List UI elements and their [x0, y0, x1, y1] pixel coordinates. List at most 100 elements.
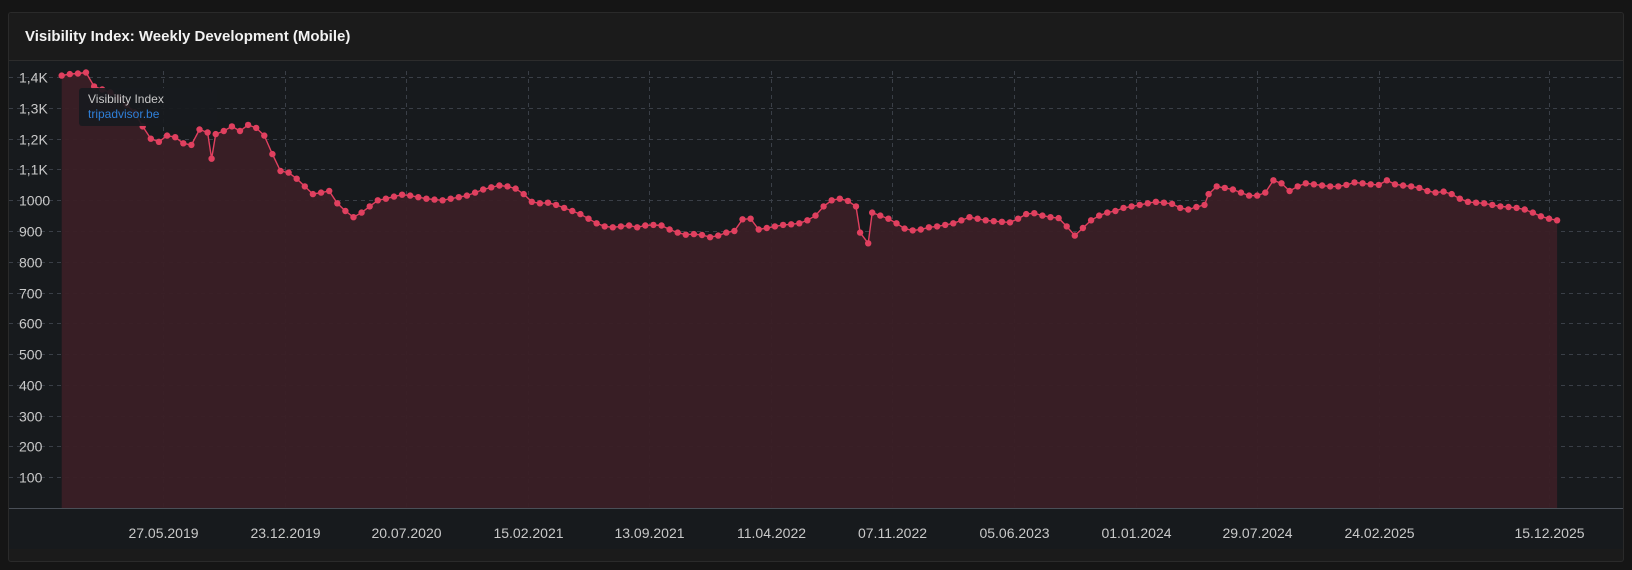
data-point[interactable]	[1120, 204, 1127, 212]
data-point[interactable]	[982, 217, 989, 224]
data-point[interactable]	[180, 140, 187, 147]
data-point[interactable]	[1489, 201, 1496, 209]
data-point[interactable]	[1205, 190, 1212, 198]
data-point[interactable]	[1201, 201, 1208, 209]
data-point[interactable]	[755, 226, 762, 233]
data-point[interactable]	[1521, 206, 1528, 213]
data-point[interactable]	[155, 138, 163, 145]
data-point[interactable]	[682, 231, 689, 238]
data-point[interactable]	[1262, 189, 1269, 196]
data-point[interactable]	[309, 190, 317, 198]
data-point[interactable]	[147, 135, 154, 142]
data-point[interactable]	[1383, 177, 1391, 184]
data-point[interactable]	[480, 186, 487, 193]
data-point[interactable]	[674, 229, 681, 236]
data-point[interactable]	[990, 218, 997, 225]
data-point[interactable]	[431, 196, 438, 203]
data-point[interactable]	[812, 212, 819, 219]
data-point[interactable]	[666, 226, 673, 233]
data-point[interactable]	[1229, 186, 1237, 193]
data-point[interactable]	[1160, 199, 1168, 206]
data-point[interactable]	[358, 209, 365, 216]
data-point[interactable]	[1047, 214, 1054, 221]
data-point[interactable]	[1071, 232, 1079, 239]
data-point[interactable]	[998, 218, 1006, 225]
data-point[interactable]	[1177, 204, 1184, 212]
data-point[interactable]	[1286, 187, 1293, 195]
data-point[interactable]	[1193, 203, 1200, 211]
data-point[interactable]	[1399, 182, 1407, 189]
data-point[interactable]	[552, 201, 560, 209]
data-point[interactable]	[398, 191, 406, 198]
data-point[interactable]	[650, 221, 657, 229]
data-point[interactable]	[212, 130, 219, 138]
data-point[interactable]	[690, 230, 698, 238]
data-point[interactable]	[1104, 209, 1111, 216]
data-point[interactable]	[163, 132, 171, 139]
data-point[interactable]	[188, 141, 195, 149]
data-point[interactable]	[172, 134, 179, 141]
data-point[interactable]	[374, 197, 381, 204]
data-point[interactable]	[836, 195, 843, 202]
data-point[interactable]	[958, 217, 965, 224]
data-point[interactable]	[885, 215, 892, 222]
data-point[interactable]	[771, 223, 779, 230]
data-point[interactable]	[747, 215, 754, 222]
data-point[interactable]	[1254, 192, 1261, 199]
data-point[interactable]	[634, 224, 641, 231]
data-point[interactable]	[1440, 188, 1447, 195]
data-point[interactable]	[334, 200, 341, 207]
data-point[interactable]	[788, 221, 795, 228]
data-point[interactable]	[1456, 195, 1464, 202]
data-point[interactable]	[269, 150, 276, 158]
data-point[interactable]	[1014, 215, 1022, 222]
data-point[interactable]	[1213, 183, 1220, 190]
data-point[interactable]	[1128, 203, 1135, 210]
data-point[interactable]	[820, 203, 827, 210]
data-point[interactable]	[244, 121, 252, 129]
data-point[interactable]	[869, 209, 876, 216]
data-point[interactable]	[1136, 201, 1143, 209]
data-point[interactable]	[1055, 214, 1062, 222]
data-point[interactable]	[1481, 200, 1488, 207]
data-point[interactable]	[261, 132, 268, 139]
data-point[interactable]	[390, 193, 398, 200]
data-point[interactable]	[1087, 217, 1095, 224]
data-point[interactable]	[463, 192, 471, 199]
data-point[interactable]	[917, 226, 924, 233]
data-point[interactable]	[1545, 215, 1553, 222]
data-point[interactable]	[293, 175, 300, 182]
data-point[interactable]	[82, 69, 90, 76]
data-point[interactable]	[1318, 182, 1326, 189]
data-point[interactable]	[74, 70, 82, 77]
data-point[interactable]	[382, 195, 390, 202]
data-point[interactable]	[1343, 181, 1350, 189]
data-point[interactable]	[731, 227, 738, 235]
data-point[interactable]	[1391, 181, 1399, 188]
data-point[interactable]	[58, 72, 65, 79]
data-point[interactable]	[504, 183, 511, 190]
data-point[interactable]	[1529, 209, 1537, 216]
data-point[interactable]	[1432, 189, 1439, 196]
data-point[interactable]	[1152, 198, 1160, 205]
data-point[interactable]	[609, 224, 616, 231]
data-point[interactable]	[488, 184, 495, 191]
data-point[interactable]	[966, 214, 973, 221]
data-point[interactable]	[1408, 183, 1415, 190]
data-point[interactable]	[366, 203, 373, 210]
data-point[interactable]	[1237, 189, 1245, 196]
data-point[interactable]	[1351, 179, 1358, 186]
data-point[interactable]	[1537, 213, 1545, 220]
data-point[interactable]	[528, 198, 535, 205]
data-point[interactable]	[1168, 200, 1176, 208]
data-point[interactable]	[1112, 207, 1119, 215]
data-point[interactable]	[1367, 181, 1374, 188]
data-point[interactable]	[933, 223, 941, 230]
data-point[interactable]	[536, 200, 544, 207]
data-point[interactable]	[1464, 198, 1472, 205]
data-point[interactable]	[236, 127, 244, 135]
data-point[interactable]	[1335, 183, 1342, 190]
data-point[interactable]	[974, 215, 981, 222]
data-point[interactable]	[796, 220, 803, 227]
data-point[interactable]	[925, 224, 933, 231]
